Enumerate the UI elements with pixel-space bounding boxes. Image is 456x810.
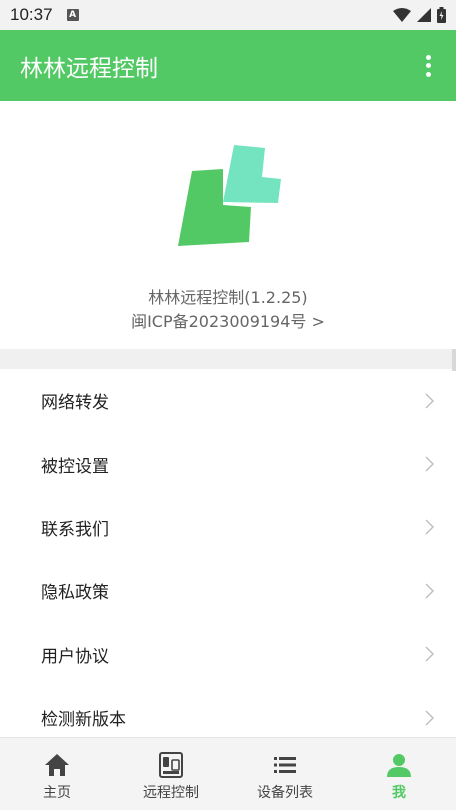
icp-link[interactable]: 闽ICP备2023009194号 > <box>0 308 456 332</box>
more-dot <box>425 54 431 60</box>
settings-menu: 网络转发 被控设置 联系我们 隐私政策 用户协议 检测新版本 <box>0 369 456 737</box>
bottom-navigation: 主页 远程控制 设备列表 我 <box>0 737 456 810</box>
more-dot <box>425 71 431 77</box>
menu-item-contact-us[interactable]: 联系我们 <box>0 496 456 559</box>
menu-item-privacy-policy[interactable]: 隐私政策 <box>0 559 456 622</box>
home-icon <box>45 754 69 776</box>
battery-icon <box>437 7 446 23</box>
menu-item-label: 网络转发 <box>41 393 109 414</box>
menu-item-label: 被控设置 <box>41 456 109 477</box>
chevron-right-icon <box>425 583 434 599</box>
menu-item-label: 联系我们 <box>41 519 109 540</box>
section-divider <box>0 349 456 369</box>
nav-tab-home[interactable]: 主页 <box>0 738 114 810</box>
nav-tab-label: 我 <box>392 785 406 801</box>
chevron-right-icon <box>425 456 434 472</box>
chevron-right-icon <box>425 393 434 409</box>
remote-control-icon <box>159 752 183 778</box>
scrollbar-thumb[interactable] <box>452 349 456 371</box>
nav-tab-label: 设备列表 <box>257 785 313 801</box>
menu-item-label: 检测新版本 <box>41 710 126 731</box>
more-dot <box>425 63 431 68</box>
notification-icon: A <box>66 9 79 21</box>
nav-tab-label: 主页 <box>43 785 71 801</box>
app-bar: 林林远程控制 <box>0 30 456 101</box>
menu-item-user-agreement[interactable]: 用户协议 <box>0 623 456 686</box>
menu-item-controlled-settings[interactable]: 被控设置 <box>0 432 456 495</box>
chevron-right-icon <box>425 519 434 535</box>
menu-item-label: 隐私政策 <box>41 583 109 604</box>
signal-icon <box>417 8 431 22</box>
app-logo-icon <box>178 145 281 246</box>
person-icon <box>387 754 411 777</box>
menu-item-network-forwarding[interactable]: 网络转发 <box>0 369 456 432</box>
status-time: 10:37 <box>10 5 53 24</box>
chevron-right-icon <box>425 646 434 662</box>
chevron-right-icon <box>425 710 434 726</box>
about-header: 林林远程控制(1.2.25) 闽ICP备2023009194号 > <box>0 101 456 349</box>
menu-item-label: 用户协议 <box>41 646 109 667</box>
nav-tab-device-list[interactable]: 设备列表 <box>228 738 342 810</box>
wifi-icon <box>393 8 411 22</box>
app-title: 林林远程控制 <box>20 55 158 82</box>
nav-tab-label: 远程控制 <box>143 785 199 801</box>
menu-item-check-update[interactable]: 检测新版本 <box>0 686 456 737</box>
nav-tab-remote-control[interactable]: 远程控制 <box>114 738 228 810</box>
status-bar: 10:37 A <box>0 0 456 30</box>
nav-tab-me[interactable]: 我 <box>342 738 456 810</box>
app-version: 林林远程控制(1.2.25) <box>148 288 308 307</box>
more-vert-icon[interactable] <box>420 52 436 80</box>
list-icon <box>274 757 296 773</box>
status-indicators <box>393 7 446 23</box>
